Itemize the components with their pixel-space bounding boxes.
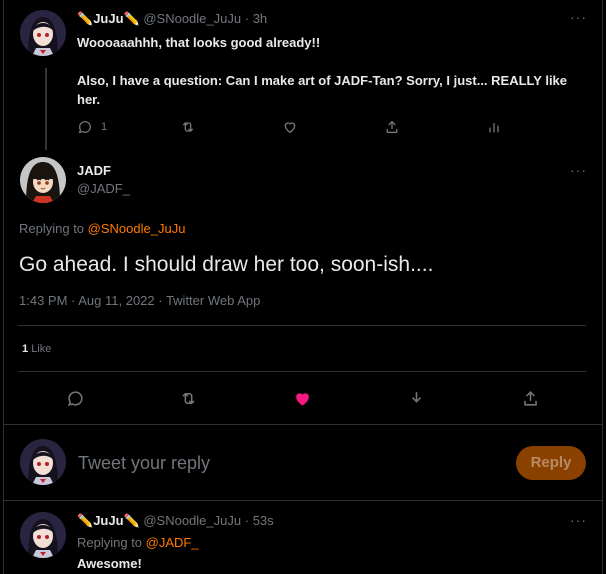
reply-button[interactable] (66, 389, 85, 408)
tweet-body-line: her. (77, 92, 101, 107)
tweet-1-header: ✏️JuJu✏️ @SNoodle_JuJu · 3h (77, 11, 267, 27)
author-name[interactable]: JADF (77, 163, 111, 178)
liked-heart-icon (296, 393, 309, 406)
tweet-body-line: Woooaaahhh, that looks good already!! (77, 35, 321, 50)
replying-to: Replying to @JADF_ (77, 535, 199, 550)
tweet-body-line: Also, I have a question: Can I make art … (77, 73, 568, 88)
tweet-time[interactable]: 53s (253, 513, 274, 528)
divider (18, 371, 586, 372)
reply-input[interactable]: Tweet your reply (78, 451, 210, 475)
avatar-jadf[interactable] (20, 157, 66, 203)
more-icon[interactable]: ··· (570, 10, 587, 24)
tweet-timestamp[interactable]: 1:43 PM · Aug 11, 2022 · Twitter Web App (19, 293, 260, 308)
thread-connector (45, 68, 47, 150)
pencil-icon: ✏️ (123, 513, 140, 528)
reply-icon (78, 121, 91, 134)
analytics-icon (489, 123, 499, 133)
retweet-button[interactable] (179, 389, 198, 408)
likes-label: Like (31, 343, 52, 355)
author-name[interactable]: JuJu (93, 513, 123, 528)
share-icon (524, 391, 537, 406)
pencil-icon: ✏️ (77, 11, 94, 26)
time-separator: · (244, 513, 250, 528)
like-button[interactable] (282, 119, 298, 135)
tweet-1-body: Woooaaahhh, that looks good already!! Al… (77, 33, 577, 109)
avatar-juju[interactable] (20, 10, 66, 56)
likes-number: 1 (22, 343, 29, 355)
timeline-left-border (3, 0, 4, 574)
reply-submit-button[interactable]: Reply (516, 446, 586, 480)
time-separator: · (244, 11, 250, 26)
tweet-3-header: ✏️JuJu✏️ @SNoodle_JuJu · 53s (77, 513, 274, 529)
reply-count: 1 (101, 121, 108, 133)
download-icon (411, 392, 422, 403)
retweet-icon (182, 392, 195, 405)
divider (18, 325, 586, 326)
replying-to-link[interactable]: @JADF_ (146, 535, 199, 550)
analytics-button[interactable] (486, 119, 502, 135)
retweet-button[interactable] (180, 119, 196, 135)
reply-icon (67, 391, 83, 406)
timeline-right-border (602, 0, 603, 574)
retweet-icon (182, 122, 194, 132)
divider (4, 424, 602, 425)
author-handle[interactable]: @SNoodle_JuJu (143, 11, 241, 26)
author-handle[interactable]: @SNoodle_JuJu (143, 513, 241, 528)
pencil-icon: ✏️ (77, 513, 94, 528)
replying-to-link[interactable]: @SNoodle_JuJu (88, 221, 186, 236)
pencil-icon: ✏️ (123, 11, 140, 26)
avatar-current-user[interactable] (20, 439, 66, 485)
more-icon[interactable]: ··· (570, 513, 587, 527)
like-icon (284, 122, 296, 134)
divider (4, 500, 602, 501)
replying-to: Replying to @SNoodle_JuJu (19, 221, 185, 236)
reply-button[interactable]: 1 (77, 119, 107, 135)
main-tweet-text: Go ahead. I should draw her too, soon-is… (19, 253, 434, 276)
tweet-3-text: Awesome! (77, 556, 142, 571)
share-button[interactable] (521, 389, 540, 408)
replying-prefix: Replying to (77, 535, 143, 550)
more-icon[interactable]: ··· (570, 163, 587, 177)
share-icon (386, 120, 398, 133)
replying-prefix: Replying to (19, 221, 85, 236)
tweet-time[interactable]: 3h (253, 11, 267, 26)
author-name[interactable]: JuJu (93, 11, 123, 26)
likes-count[interactable]: 1 Like (22, 343, 51, 355)
like-button[interactable] (293, 389, 312, 408)
share-button[interactable] (384, 119, 400, 135)
avatar-juju[interactable] (20, 512, 66, 558)
author-handle[interactable]: @JADF_ (77, 181, 130, 196)
bookmark-button[interactable] (407, 389, 426, 408)
